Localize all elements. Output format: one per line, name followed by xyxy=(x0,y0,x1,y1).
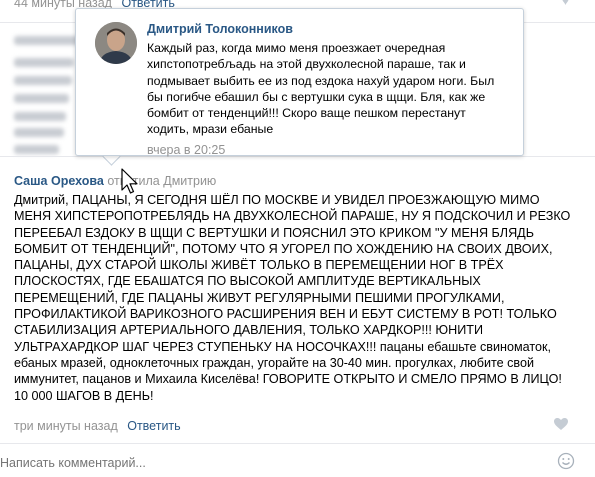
comment-meta: три минуты назад Ответить xyxy=(14,419,181,433)
comment-input[interactable] xyxy=(0,456,500,470)
comment-thread: 44 минуты назад Ответить ♥ Саша Орехова … xyxy=(0,0,595,477)
popup-comment-text: Каждый раз, когда мимо меня проезжает оч… xyxy=(147,41,495,137)
reply-link[interactable]: Ответить xyxy=(127,419,180,433)
mouse-pointer-icon xyxy=(121,168,138,194)
comment-author-link[interactable]: Саша Орехова xyxy=(14,174,104,188)
divider xyxy=(0,443,595,444)
smile-icon[interactable] xyxy=(557,452,575,470)
heart-icon[interactable] xyxy=(553,417,569,431)
divider xyxy=(0,156,595,157)
comment-header: Саша Орехова ответила Дмитрию xyxy=(14,174,216,188)
previous-heart-icon[interactable]: ♥ xyxy=(562,0,569,8)
popup-time[interactable]: вчера в 20:25 xyxy=(147,143,225,157)
quoted-comment-popup: Дмитрий Толоконников Каждый раз, когда м… xyxy=(75,8,524,157)
comment-time[interactable]: три минуты назад xyxy=(14,419,118,433)
comment-text: Дмитрий, ПАЦАНЫ, Я СЕГОДНЯ ШЁЛ ПО МОСКВЕ… xyxy=(14,193,571,403)
popup-author-link[interactable]: Дмитрий Толоконников xyxy=(147,22,293,36)
avatar[interactable] xyxy=(95,22,137,64)
comment-composer xyxy=(0,452,595,477)
